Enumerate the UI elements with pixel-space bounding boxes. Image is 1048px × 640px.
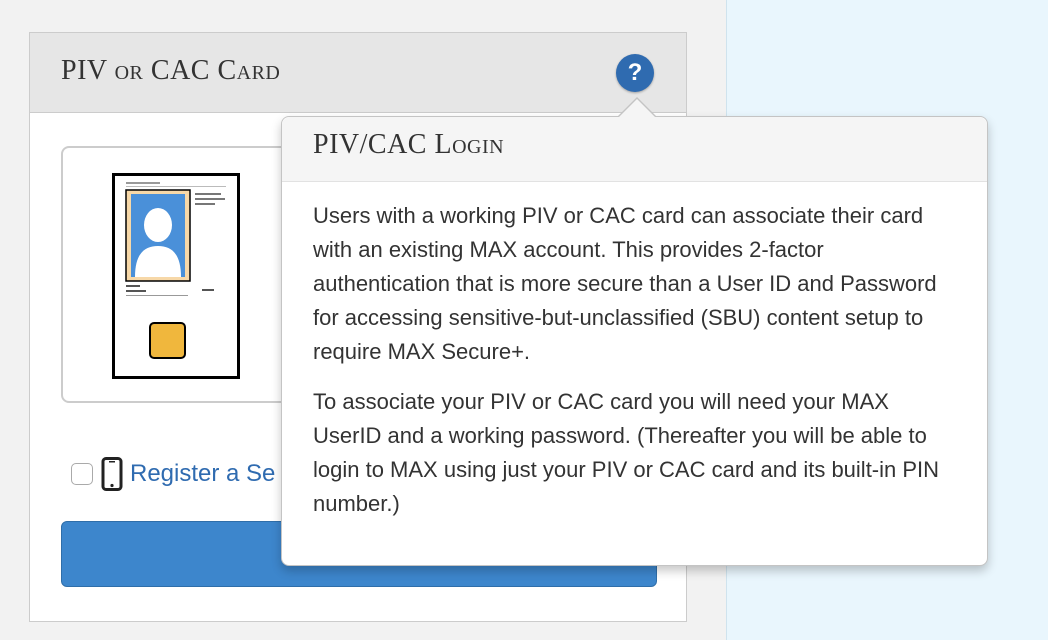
piv-card-image <box>112 173 240 379</box>
mobile-phone-icon <box>101 457 123 491</box>
help-icon[interactable]: ? <box>616 54 654 92</box>
panel-header: PIV or CAC Card ? <box>30 33 686 113</box>
popover-arrow-fill <box>618 99 656 118</box>
register-device-checkbox[interactable] <box>71 463 93 485</box>
panel-title: PIV or CAC Card <box>61 55 281 86</box>
piv-cac-help-popover: PIV/CAC Login Users with a working PIV o… <box>281 97 988 566</box>
popover-paragraph: To associate your PIV or CAC card you wi… <box>313 389 940 516</box>
popover-title: PIV/CAC Login <box>313 129 505 160</box>
popover-body: Users with a working PIV or CAC card can… <box>313 199 963 537</box>
popover-header: PIV/CAC Login <box>282 117 987 182</box>
popover-paragraph: Users with a working PIV or CAC card can… <box>313 203 937 364</box>
register-device-link[interactable]: Register a Se <box>130 460 275 488</box>
register-device-row: Register a Se <box>71 456 275 492</box>
